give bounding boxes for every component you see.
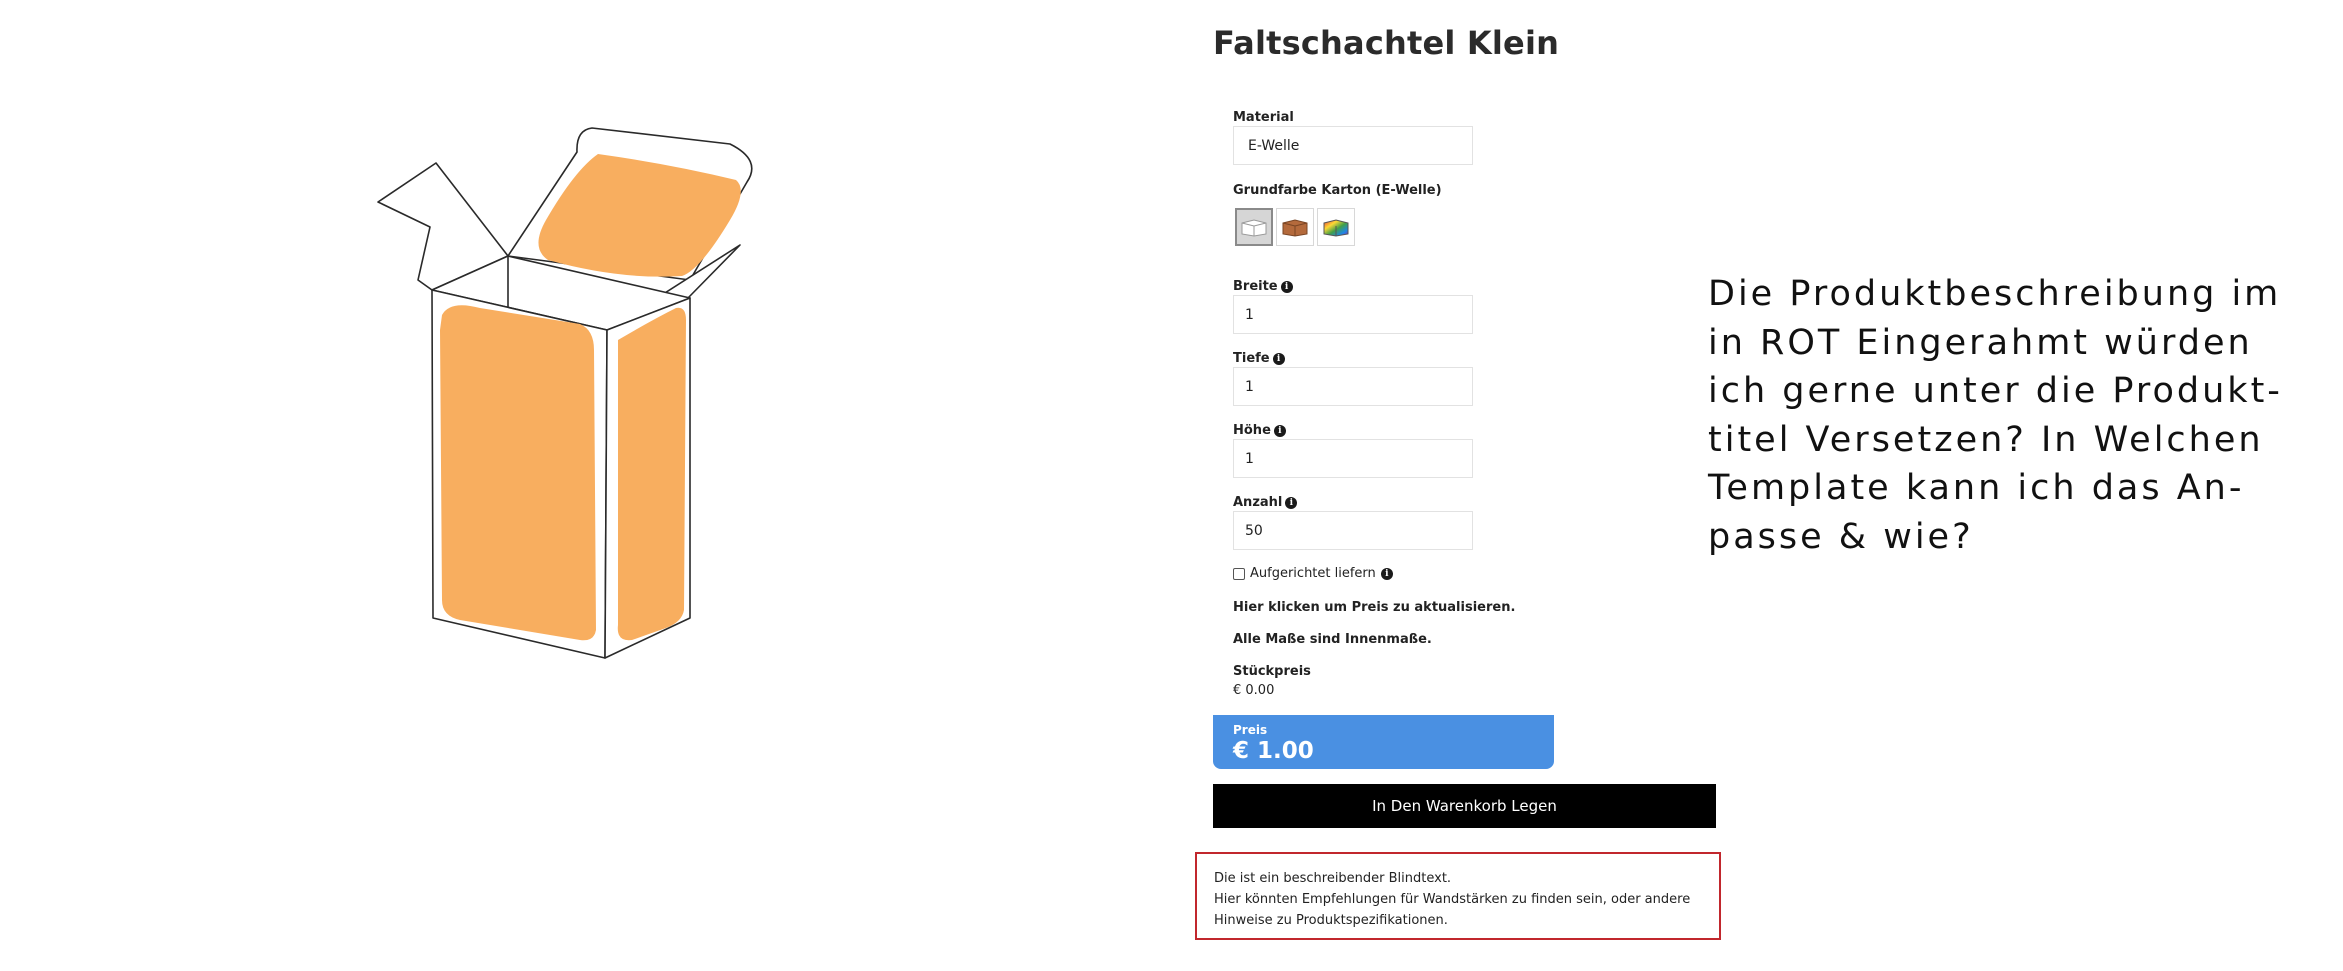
anzahl-input[interactable] xyxy=(1233,511,1473,550)
price-box: Preis € 1.00 xyxy=(1213,715,1554,769)
anzahl-label: Anzahl i xyxy=(1233,495,1298,510)
info-icon[interactable]: i xyxy=(1272,352,1285,365)
price-value: € 1.00 xyxy=(1233,738,1314,764)
description-line: Die ist ein beschreibender Blindtext. xyxy=(1214,871,1452,886)
unit-price-label: Stückpreis xyxy=(1233,664,1311,679)
annotation-line: Die Produktbeschreibung im xyxy=(1708,274,2282,314)
hoehe-input[interactable] xyxy=(1233,439,1473,478)
anzahl-label-text: Anzahl xyxy=(1233,495,1283,510)
tiefe-input[interactable] xyxy=(1233,367,1473,406)
product-image xyxy=(377,127,753,659)
annotation-line: in ROT Eingerahmt würden xyxy=(1708,322,2253,363)
white-box-icon xyxy=(1241,219,1267,237)
brown-box-icon xyxy=(1282,219,1308,237)
product-description: Die ist ein beschreibender Blindtext. Hi… xyxy=(1195,852,1721,940)
add-to-cart-button[interactable]: In Den Warenkorb Legen xyxy=(1213,784,1716,828)
page-title: Faltschachtel Klein xyxy=(1213,24,1560,62)
breite-label: Breite i xyxy=(1233,279,1293,294)
rainbow-box-icon xyxy=(1323,219,1349,237)
aufgerichtet-row: Aufgerichtet liefern i xyxy=(1233,566,1393,581)
swatch-rainbow[interactable] xyxy=(1317,208,1355,246)
annotation-note: Die Produktbeschreibung im in ROT Einger… xyxy=(1708,270,2308,561)
color-swatches xyxy=(1235,208,1355,246)
inner-dimensions-note: Alle Maße sind Innenmaße. xyxy=(1233,632,1432,647)
aufgerichtet-checkbox[interactable] xyxy=(1233,567,1245,580)
annotation-line: titel Versetzen? In Welchen xyxy=(1708,419,2264,460)
annotation-line: passe & wie? xyxy=(1708,516,1974,557)
tiefe-label-text: Tiefe xyxy=(1233,351,1270,366)
hoehe-label-text: Höhe xyxy=(1233,423,1271,438)
update-price-link[interactable]: Hier klicken um Preis zu aktualisieren. xyxy=(1233,600,1515,615)
unit-price-value: € 0.00 xyxy=(1233,683,1275,698)
breite-input[interactable] xyxy=(1233,295,1473,334)
material-select[interactable] xyxy=(1233,126,1473,165)
breite-label-text: Breite xyxy=(1233,279,1278,294)
info-icon[interactable]: i xyxy=(1280,280,1293,293)
hoehe-label: Höhe i xyxy=(1233,423,1286,438)
annotation-line: Template kann ich das An- xyxy=(1708,468,2245,508)
swatch-white[interactable] xyxy=(1235,208,1273,246)
info-icon[interactable]: i xyxy=(1273,424,1286,437)
aufgerichtet-label: Aufgerichtet liefern xyxy=(1250,566,1376,581)
material-label-text: Material xyxy=(1233,110,1294,125)
annotation-line: ich gerne unter die Produkt- xyxy=(1708,371,2283,411)
color-label: Grundfarbe Karton (E-Welle) xyxy=(1233,183,1442,198)
description-line: Hinweise zu Produktspezifikationen. xyxy=(1214,913,1448,928)
description-line: Hier könnten Empfehlungen für Wandstärke… xyxy=(1214,892,1691,907)
info-icon[interactable]: i xyxy=(1380,567,1393,580)
color-label-text: Grundfarbe Karton (E-Welle) xyxy=(1233,183,1442,198)
tiefe-label: Tiefe i xyxy=(1233,351,1285,366)
material-label: Material xyxy=(1233,110,1294,125)
swatch-brown[interactable] xyxy=(1276,208,1314,246)
price-label: Preis xyxy=(1233,723,1268,737)
info-icon[interactable]: i xyxy=(1285,496,1298,509)
